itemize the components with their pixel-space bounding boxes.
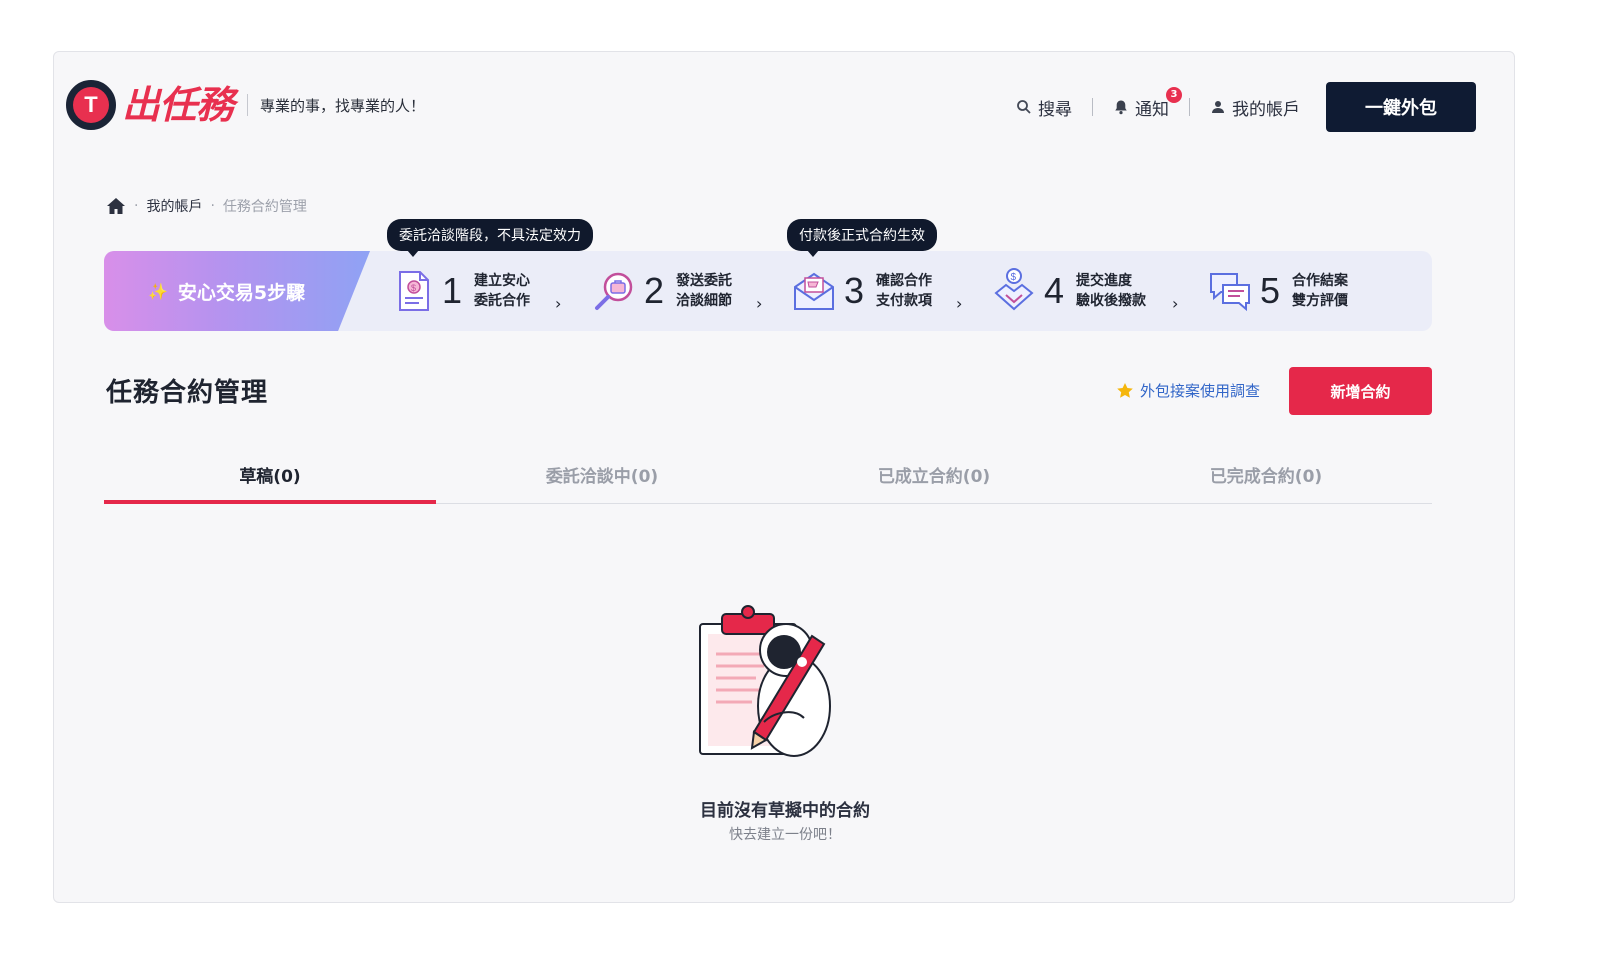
breadcrumb-current: 任務合約管理 [222,199,307,215]
breadcrumb: · 我的帳戶 · 任務合約管理 [106,196,307,216]
chevron-right-icon: › [756,293,763,313]
step-2-number: 2 [644,270,665,311]
logo-divider [247,94,249,116]
step-4-number: 4 [1044,270,1065,311]
chevron-right-icon: › [1172,293,1179,313]
star-icon [1117,382,1133,398]
search-link[interactable]: 搜尋 [1016,95,1072,120]
nav-divider [1092,98,1093,116]
notify-link[interactable]: 通知 3 [1113,86,1182,120]
handshake-coin-icon: $ [994,268,1034,311]
step-1-line1: 建立安心 [474,273,531,289]
svg-text:$: $ [411,283,416,293]
notify-badge: 3 [1166,86,1182,103]
step-1: $ 1 建立安心 委託合作 [394,265,530,317]
step-3-line2: 支付款項 [876,293,933,309]
steps-header-label: 安心交易5步驟 [177,281,306,304]
outsource-button[interactable]: 一鍵外包 [1326,82,1476,132]
app-frame: T 出任務 專業的事，找專業的人！ 搜尋 通知 3 我的帳戶 一鍵外包 · 我的… [53,51,1515,903]
logo-letter: T [73,87,109,123]
step-1-line2: 委託合作 [474,293,531,309]
step-3: 3 確認合作 支付款項 [792,265,932,317]
tab-completed[interactable]: 已完成合約(0) [1100,450,1432,503]
account-link[interactable]: 我的帳戶 [1210,95,1300,120]
step-2: 2 發送委託 洽談細節 [592,265,732,317]
document-dollar-icon: $ [399,271,429,311]
survey-label: 外包接案使用調查 [1140,382,1261,400]
tooltip-negotiation: 委託洽談階段，不具法定效力 [387,219,593,257]
step-5-number: 5 [1260,270,1281,311]
step-5: 5 合作結案 雙方評價 [1208,265,1348,317]
bell-icon [1115,100,1127,115]
magnifier-briefcase-icon [595,272,633,310]
empty-state-subtitle: 快去建立一份吧！ [729,827,841,843]
logo-text: 出任務 [122,83,234,127]
step-4-line1: 提交進度 [1076,273,1133,289]
tooltip-payment: 付款後正式合約生效 [787,219,937,257]
tagline: 專業的事，找專業的人！ [260,96,426,115]
search-label: 搜尋 [1038,99,1072,120]
user-icon [1212,101,1224,113]
page-title: 任務合約管理 [106,378,269,408]
step-4-line2: 驗收後撥款 [1076,293,1147,309]
top-nav: 搜尋 通知 3 我的帳戶 一鍵外包 [1016,82,1476,132]
logo[interactable]: T 出任務 專業的事，找專業的人！ [66,80,425,130]
step-5-line2: 雙方評價 [1292,293,1349,309]
step-5-line1: 合作結案 [1292,273,1349,289]
svg-text:$: $ [1011,272,1017,283]
nav-divider [1189,98,1190,116]
tab-established[interactable]: 已成立合約(0) [768,450,1100,503]
chat-bubbles-icon [1210,273,1250,312]
sparkle-icon: ✨ [148,281,168,301]
account-label: 我的帳戶 [1232,99,1300,120]
steps-header: ✨ 安心交易5步驟 [104,251,370,331]
logo-mark-icon: T [66,80,116,130]
search-icon [1017,100,1031,114]
step-4: $ 4 提交進度 驗收後撥款 [992,265,1146,317]
breadcrumb-account[interactable]: 我的帳戶 [146,196,202,216]
notify-label: 通知 [1135,99,1169,120]
steps-bar: ✨ 安心交易5步驟 委託洽談階段，不具法定效力 付款後正式合約生效 $ 1 建立… [104,219,1432,331]
step-2-line2: 洽談細節 [676,293,733,309]
tab-drafts[interactable]: 草稿(0) [104,450,436,504]
home-icon[interactable] [106,197,126,215]
chevron-right-icon: › [956,293,963,313]
empty-state-title: 目前沒有草擬中的合約 [700,801,870,821]
step-2-line1: 發送委託 [676,273,733,289]
tab-negotiating[interactable]: 委託洽談中(0) [436,450,768,503]
tab-bar: 草稿(0) 委託洽談中(0) 已成立合約(0) 已完成合約(0) [104,450,1432,504]
step-3-number: 3 [844,270,865,311]
envelope-cart-icon [794,272,834,310]
step-3-line1: 確認合作 [876,273,933,289]
survey-link[interactable]: 外包接案使用調查 [1116,380,1260,401]
astronaut-clipboard-illustration [699,605,831,757]
chevron-right-icon: › [555,293,562,313]
step-1-number: 1 [442,270,463,311]
new-contract-button[interactable]: 新增合約 [1289,367,1432,415]
